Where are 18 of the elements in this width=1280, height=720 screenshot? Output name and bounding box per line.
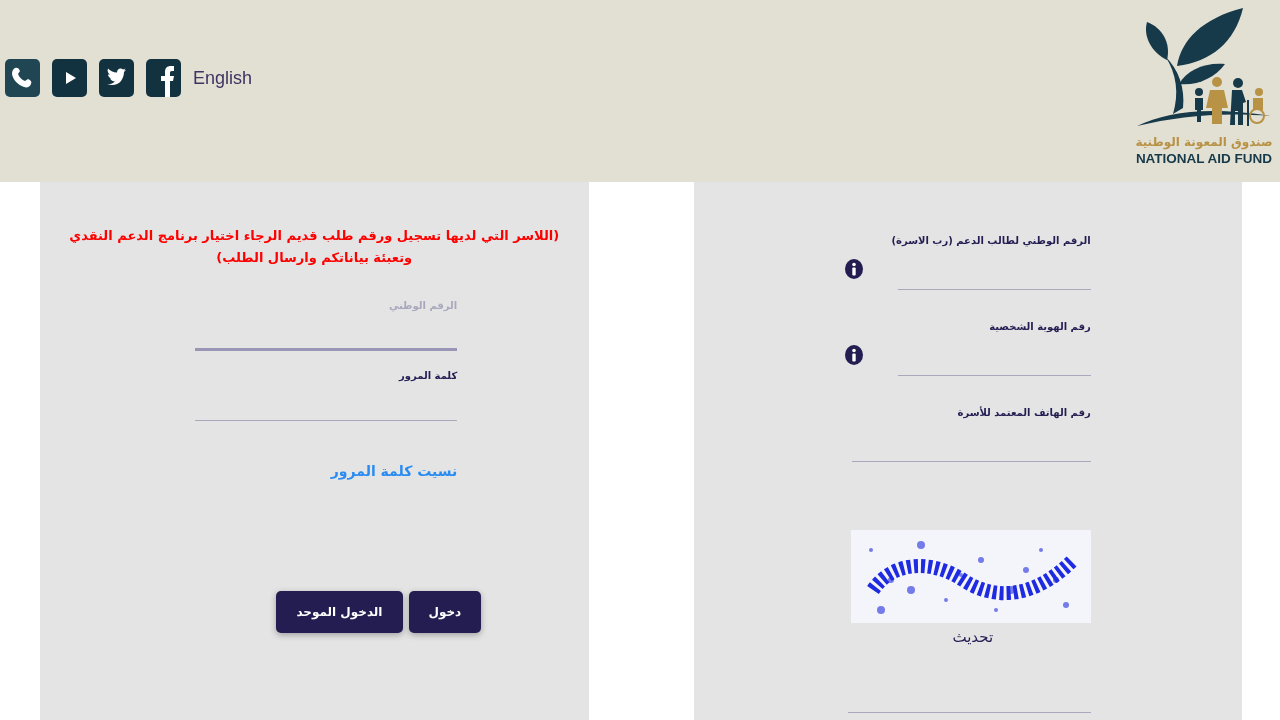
submit-button[interactable]: الدخول الموحد [276,591,403,633]
submit-button[interactable]: دخول [408,591,482,633]
facebook-icon[interactable] [146,59,181,97]
info-icon[interactable] [844,259,863,279]
notice-text: (اللاسر التي لديها تسجيل ورقم طلب قديم الرجاء اختيار برنامج الدعم النقدي وتعبئة بياناتكم وارسال الطلب) [68,227,561,267]
field-label: كلمة المرور [397,369,458,383]
field-label: الرقم الوطني لطالب الدعم (رب الاسرة) [890,234,1091,248]
refresh-link[interactable]: تحديث [952,625,994,649]
field-label: رقم الهوية الشخصية [988,320,1091,334]
info-icon[interactable] [844,345,863,365]
bird-icon[interactable] [99,59,134,97]
language-link[interactable]: English [193,67,253,89]
phone-icon[interactable] [5,59,40,97]
field-label: الرقم الوطني [387,299,458,313]
logo-english-name: NATIONAL AID FUND [1135,150,1273,168]
logo-arabic-name: صندوق المعونة الوطنية [1135,134,1273,150]
play-icon[interactable] [52,59,87,97]
field-label: رقم الهاتف المعتمد للأسرة [956,406,1091,420]
